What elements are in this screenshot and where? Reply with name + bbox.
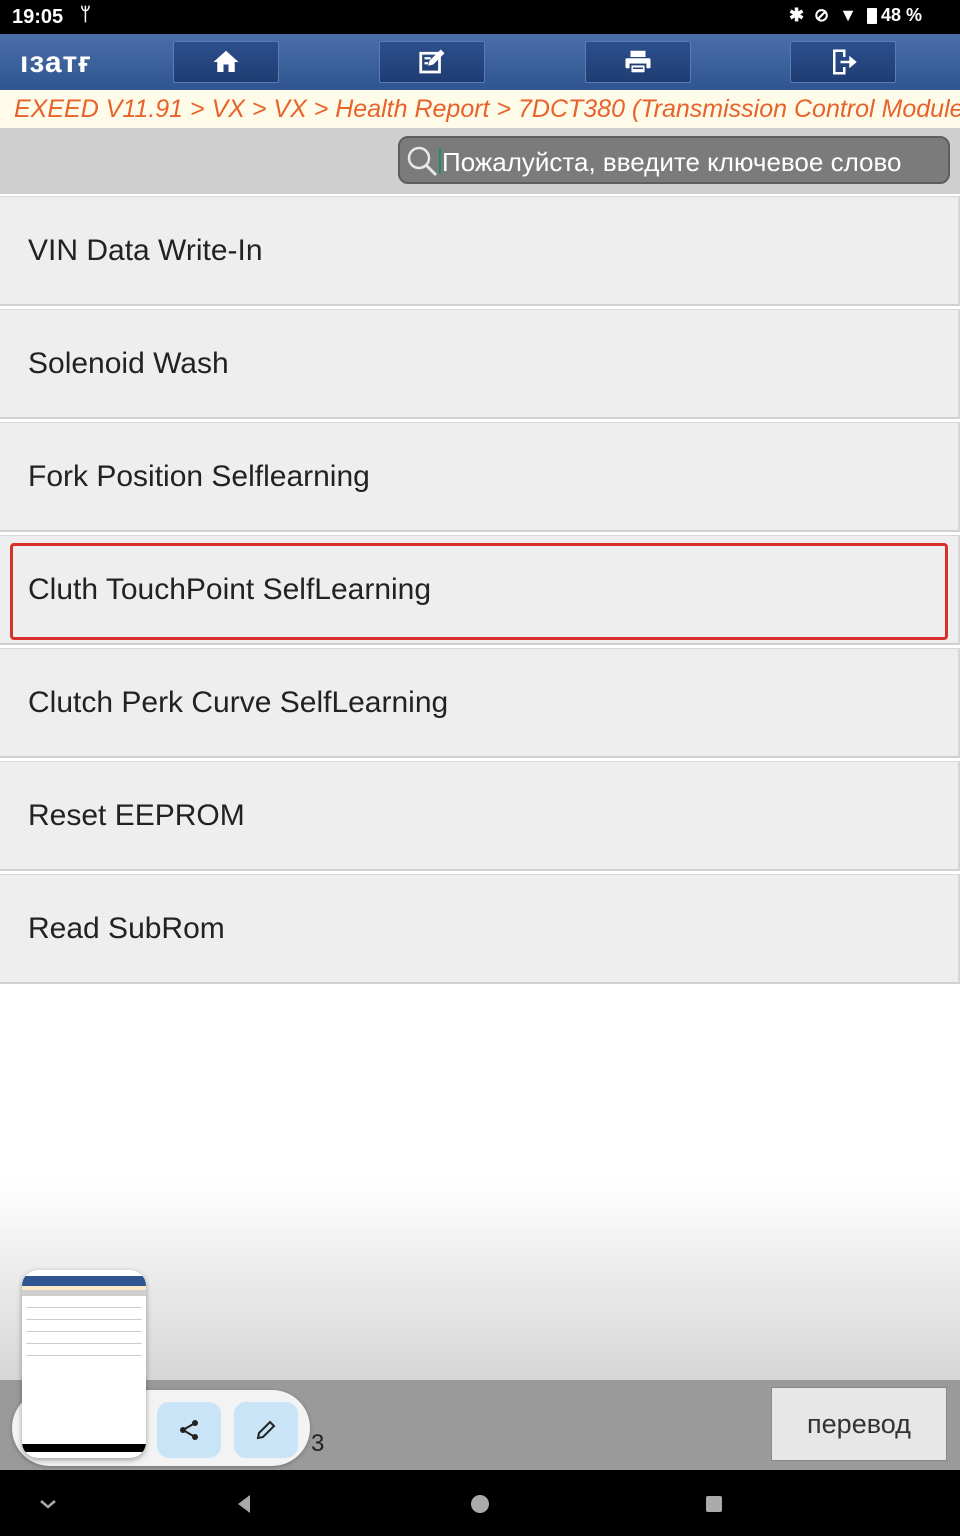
edit-button[interactable] — [379, 41, 485, 83]
list-item-clutch-touchpoint-selflearning[interactable]: Cluth TouchPoint SelfLearning — [0, 535, 960, 645]
battery-group: 48 % — [866, 5, 922, 26]
printer-icon — [625, 50, 651, 75]
list-item-label: Read SubRom — [28, 912, 225, 945]
translate-button[interactable]: перевод — [771, 1387, 947, 1461]
search-bar: Пожалуйста, введите ключевое слово — [0, 128, 960, 194]
nav-recents-button[interactable] — [700, 1490, 728, 1518]
text-cursor — [439, 148, 441, 174]
breadcrumb: EXEED V11.91 > VX > VX > Health Report >… — [0, 90, 960, 128]
exit-icon — [833, 49, 857, 75]
list-item-label: Clutch Perk Curve SelfLearning — [28, 686, 449, 719]
status-time: 19:05 — [12, 6, 64, 28]
list-item-fork-position-selflearning[interactable]: Fork Position Selflearning — [0, 422, 960, 532]
list-item-read-subrom[interactable]: Read SubRom — [0, 874, 960, 984]
nav-collapse-button[interactable] — [34, 1490, 62, 1518]
status-bar: 19:05 ᛘ ✱ ⊘ ▼ 48 % — [0, 0, 960, 34]
recents-icon — [706, 1496, 722, 1512]
print-button[interactable] — [585, 41, 691, 83]
battery-level: 48 % — [880, 5, 922, 25]
page-number: 3 — [311, 1430, 325, 1457]
list-item-clutch-perk-curve-selflearning[interactable]: Clutch Perk Curve SelfLearning — [0, 648, 960, 758]
home-icon — [213, 50, 239, 72]
app-toolbar: ıзатғ — [0, 34, 960, 90]
home-button[interactable] — [173, 41, 279, 83]
list-item-reset-eeprom[interactable]: Reset EEPROM — [0, 761, 960, 871]
usb-icon: ᛘ — [80, 4, 91, 24]
exit-button[interactable] — [790, 41, 896, 83]
battery-icon — [866, 7, 877, 24]
list-item-label: Cluth TouchPoint SelfLearning — [28, 573, 432, 606]
list-item-solenoid-wash[interactable]: Solenoid Wash — [0, 309, 960, 419]
home-circle-icon — [471, 1495, 489, 1513]
app-logo: ıзатғ — [20, 46, 92, 79]
edit-screenshot-button[interactable] — [234, 1402, 298, 1458]
chevron-down-icon — [40, 1500, 56, 1509]
list-item-vin-data-write-in[interactable]: VIN Data Write-In — [0, 196, 960, 306]
share-icon — [180, 1420, 198, 1440]
back-icon — [238, 1495, 250, 1513]
edit-icon — [419, 49, 445, 74]
screenshot-thumbnail[interactable] — [22, 1270, 146, 1458]
notifications-off-icon: ⊘ — [814, 5, 830, 25]
navigation-bar — [0, 1470, 960, 1536]
share-button[interactable] — [157, 1402, 221, 1458]
bluetooth-icon: ✱ — [788, 5, 805, 25]
function-list: VIN Data Write-In Solenoid Wash Fork Pos… — [0, 196, 960, 987]
wifi-icon: ▼ — [839, 5, 857, 25]
status-icons: ✱ ⊘ ▼ 48 % — [789, 5, 922, 26]
list-item-label: VIN Data Write-In — [28, 234, 263, 267]
search-input[interactable]: Пожалуйста, введите ключевое слово — [398, 136, 950, 184]
pencil-icon — [256, 1420, 276, 1440]
nav-home-button[interactable] — [466, 1490, 494, 1518]
list-item-label: Fork Position Selflearning — [28, 460, 370, 493]
list-item-label: Solenoid Wash — [28, 347, 229, 380]
search-placeholder: Пожалуйста, введите ключевое слово — [442, 147, 902, 177]
nav-back-button[interactable] — [230, 1490, 258, 1518]
list-item-label: Reset EEPROM — [28, 799, 245, 832]
search-icon — [407, 146, 438, 177]
